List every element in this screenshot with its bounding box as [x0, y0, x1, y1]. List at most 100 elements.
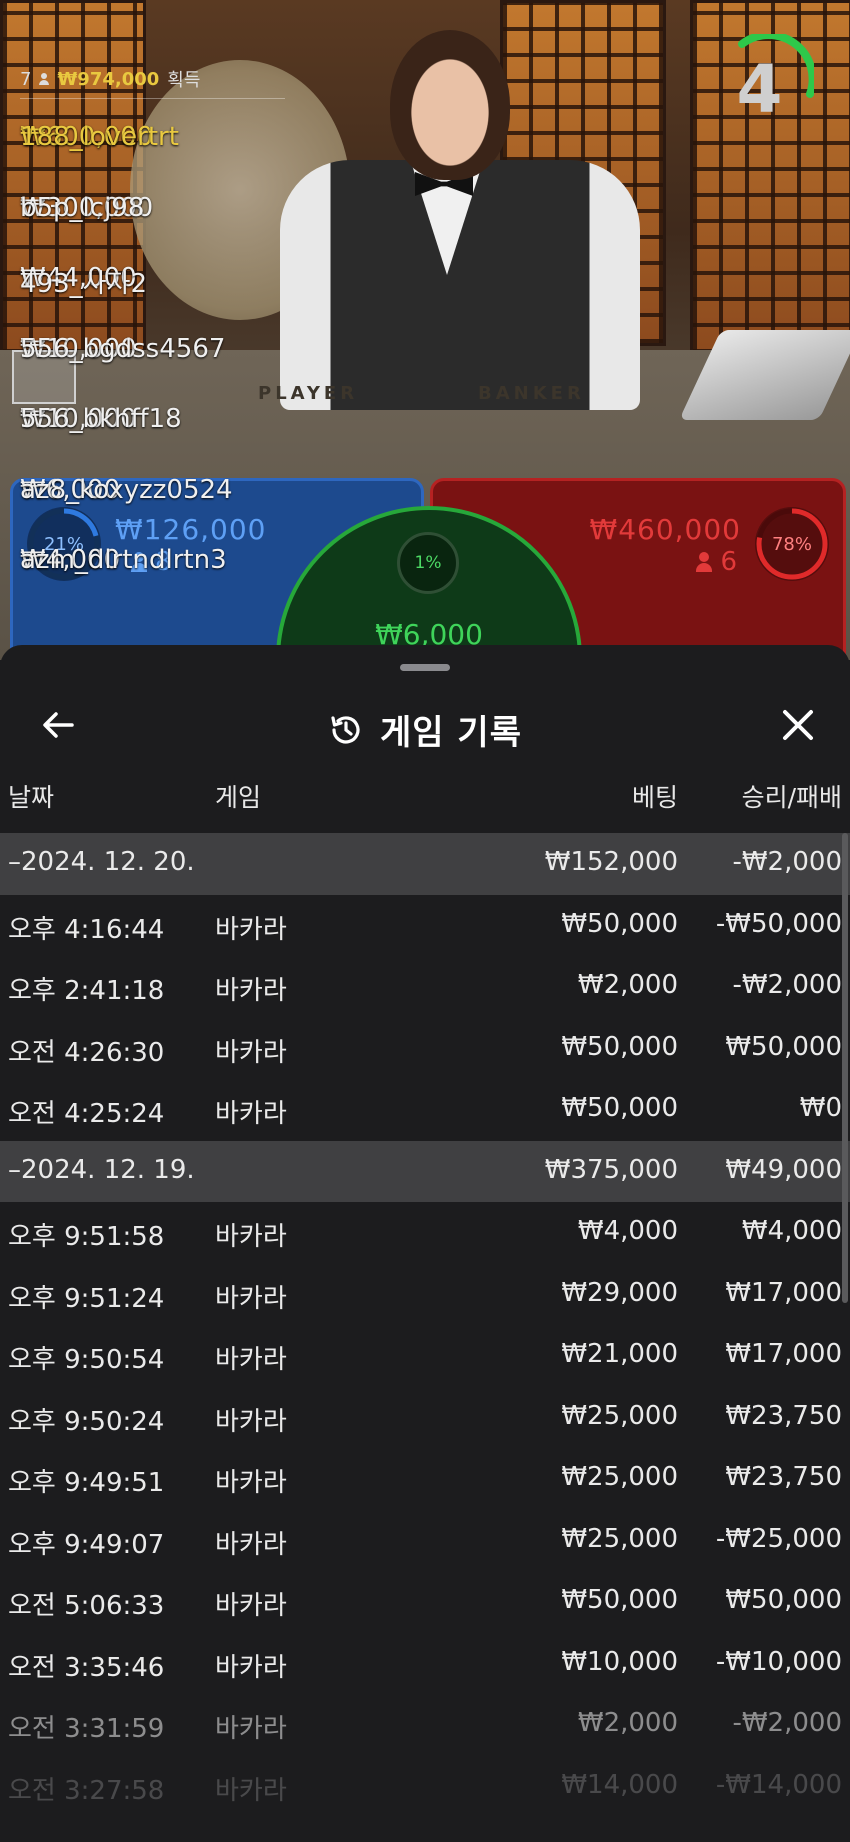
history-list[interactable]: –2024. 12. 20. ₩152,000 -₩2,000 오후 4:16:44… [0, 833, 850, 1817]
row-result: -₩2,000 [732, 1708, 842, 1738]
row-time: 오전 4:25:24 [8, 1099, 165, 1129]
banker-percent-ring: 78% [755, 507, 829, 581]
history-row[interactable]: 오후 9:51:24 바카라 ₩29,000 ₩17,000 [0, 1264, 850, 1326]
winner-user: azm_dlrtndlrtn3 [20, 545, 227, 575]
history-row[interactable]: 오후 9:50:54 바카라 ₩21,000 ₩17,000 [0, 1325, 850, 1387]
banker-percent: 78% [771, 533, 812, 555]
sheet-drag-handle[interactable] [400, 664, 450, 671]
history-row[interactable]: 오전 3:31:59 바카라 ₩2,000 -₩2,000 [0, 1694, 850, 1756]
row-bet: ₩25,000 [561, 1523, 678, 1554]
history-row[interactable]: 오후 9:50:24 바카라 ₩25,000 ₩23,750 [0, 1387, 850, 1449]
row-game: 바카라 [215, 1222, 287, 1252]
winners-list: 7 ₩974,000 획득 ₩600,000 188_lovertrt ₩300,… [20, 66, 285, 593]
winner-row: ₩44,000 493_사자2 [20, 249, 285, 311]
date-group-row[interactable]: –2024. 12. 20. ₩152,000 -₩2,000 [0, 833, 850, 895]
history-row[interactable]: 오후 9:49:07 바카라 ₩25,000 -₩25,000 [0, 1510, 850, 1572]
row-game: 바카라 [215, 976, 287, 1006]
row-game: 바카라 [215, 914, 287, 945]
winner-user: 493_사자2 [20, 269, 148, 299]
row-result: ₩49,000 [725, 1154, 842, 1185]
row-game: 바카라 [215, 1652, 287, 1683]
winner-user: b5p_lcj98 [20, 192, 145, 223]
row-bet: ₩152,000 [544, 847, 678, 877]
winner-row: ₩300,000 b5p_lcj98 [20, 179, 285, 241]
row-game: 바카라 [215, 1283, 287, 1314]
column-bet: 베팅 [631, 783, 678, 812]
row-game: 바카라 [215, 1529, 287, 1560]
row-date: –2024. 12. 19. [8, 1154, 195, 1185]
dealer-head [390, 30, 510, 180]
game-history-sheet: 게임 기록 날짜 게임 베팅 승리/패배 –2024. 12. 20. ₩152,… [0, 645, 850, 1842]
row-time: 오후 9:51:58 [8, 1222, 165, 1252]
winners-total: ₩974,000 [57, 68, 160, 90]
history-row[interactable]: 오후 9:51:58 바카라 ₩4,000 ₩4,000 [0, 1202, 850, 1264]
row-time: 오전 3:31:59 [8, 1714, 165, 1744]
history-row[interactable]: 오후 4:16:44 바카라 ₩50,000 -₩50,000 [0, 895, 850, 957]
date-group-row[interactable]: –2024. 12. 19. ₩375,000 ₩49,000 [0, 1140, 850, 1202]
person-icon [696, 552, 713, 572]
row-bet: ₩25,000 [561, 1462, 678, 1492]
history-row[interactable]: 오후 2:41:18 바카라 ₩2,000 -₩2,000 [0, 956, 850, 1018]
row-result: -₩25,000 [715, 1523, 842, 1554]
row-result: -₩10,000 [715, 1646, 842, 1677]
scrollbar[interactable] [842, 833, 848, 1303]
row-bet: ₩2,000 [577, 1708, 678, 1738]
row-bet: ₩50,000 [561, 1031, 678, 1062]
row-date: –2024. 12. 20. [8, 847, 195, 877]
row-result: ₩0 [799, 1093, 842, 1123]
winner-row: ₩4,000 azm_dlrtndlrtn3 [20, 531, 285, 593]
close-button[interactable] [776, 703, 820, 747]
row-bet: ₩2,000 [577, 970, 678, 1000]
live-video-stream: PLAYER BANKER 7 ₩974,000 획득 ₩600,000 188_… [0, 0, 850, 660]
winners-count: 7 [20, 68, 32, 90]
history-row[interactable]: 오후 9:49:51 바카라 ₩25,000 ₩23,750 [0, 1448, 850, 1510]
row-bet: ₩25,000 [561, 1400, 678, 1431]
row-result: ₩4,000 [741, 1216, 842, 1246]
history-row[interactable]: 오전 5:06:33 바카라 ₩50,000 ₩50,000 [0, 1571, 850, 1633]
row-bet: ₩50,000 [561, 908, 678, 939]
winners-suffix: 획득 [167, 70, 201, 91]
row-bet: ₩375,000 [544, 1154, 678, 1185]
winners-summary: 7 ₩974,000 획득 [20, 66, 285, 99]
row-time: 오전 5:06:33 [8, 1591, 165, 1621]
timer-value: 4 [736, 50, 783, 128]
row-bet: ₩4,000 [577, 1216, 678, 1246]
row-time: 오후 9:49:51 [8, 1468, 165, 1498]
winner-user: 556_bgdss4567 [20, 333, 226, 364]
row-game: 바카라 [215, 1037, 287, 1068]
history-row[interactable]: 오전 3:35:46 바카라 ₩10,000 -₩10,000 [0, 1633, 850, 1695]
winner-row: ₩600,000 188_lovertrt [20, 108, 285, 170]
row-time: 오후 2:41:18 [8, 976, 165, 1006]
row-bet: ₩21,000 [561, 1339, 678, 1369]
winner-user: 188_lovertrt [20, 122, 179, 152]
row-bet: ₩10,000 [561, 1646, 678, 1677]
countdown-timer: 4 [722, 31, 817, 128]
row-game: 바카라 [215, 1468, 287, 1498]
tie-percent: 1% [414, 553, 442, 573]
history-row[interactable]: 오전 3:27:58 바카라 ₩14,000 -₩14,000 [0, 1756, 850, 1818]
row-result: -₩50,000 [715, 908, 842, 939]
close-icon [783, 710, 813, 740]
row-bet: ₩29,000 [561, 1277, 678, 1308]
row-time: 오후 9:49:07 [8, 1529, 165, 1560]
banker-count-value: 6 [720, 547, 737, 577]
history-column-headers: 날짜 게임 베팅 승리/패배 [0, 778, 850, 818]
row-game: 바카라 [215, 1406, 287, 1437]
row-result: -₩2,000 [732, 847, 842, 877]
history-row[interactable]: 오전 4:26:30 바카라 ₩50,000 ₩50,000 [0, 1018, 850, 1080]
row-result: ₩23,750 [725, 1462, 842, 1492]
row-time: 오후 9:50:54 [8, 1345, 165, 1375]
row-game: 바카라 [215, 1775, 287, 1806]
row-bet: ₩14,000 [561, 1769, 678, 1800]
column-game: 게임 [215, 783, 262, 812]
row-game: 바카라 [215, 1591, 287, 1621]
tie-percent-ring: 1% [397, 532, 459, 594]
person-icon [39, 73, 50, 85]
history-row[interactable]: 오전 4:25:24 바카라 ₩50,000 ₩0 [0, 1079, 850, 1141]
row-time: 오후 9:50:24 [8, 1406, 165, 1437]
row-time: 오전 4:26:30 [8, 1037, 165, 1068]
row-time: 오후 9:51:24 [8, 1283, 165, 1314]
row-result: -₩2,000 [732, 970, 842, 1000]
row-time: 오전 3:35:46 [8, 1652, 165, 1683]
row-result: ₩23,750 [725, 1400, 842, 1431]
